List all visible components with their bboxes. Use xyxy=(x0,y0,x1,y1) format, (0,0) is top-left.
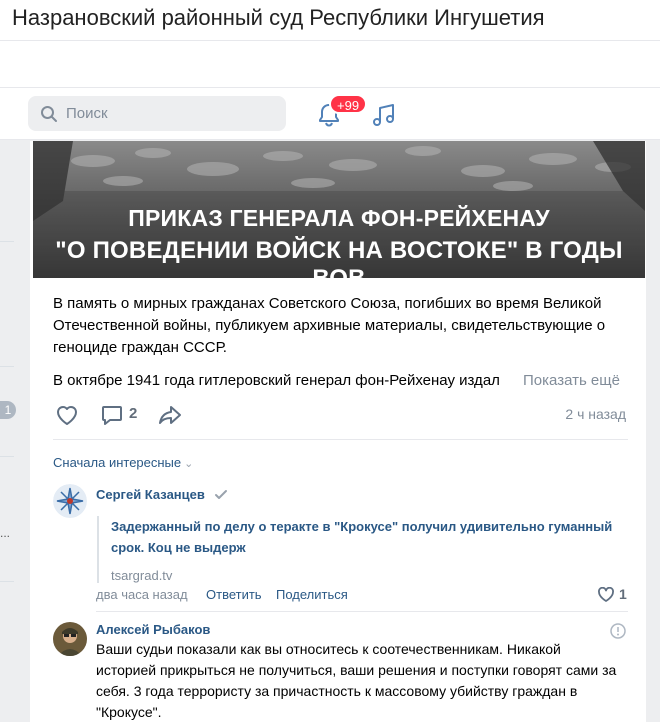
comment-time[interactable]: два часа назад xyxy=(96,587,188,602)
post-image[interactable]: ПРИКАЗ ГЕНЕРАЛА ФОН-РЕЙХЕНАУ "О ПОВЕДЕНИ… xyxy=(33,141,645,278)
sidebar-divider xyxy=(0,581,14,582)
sidebar-more[interactable]: ... xyxy=(0,526,10,540)
notifications-badge[interactable]: +99 xyxy=(329,94,368,114)
comment-author[interactable]: Сергей Казанцев xyxy=(96,487,205,502)
show-more-link[interactable]: Показать ещё xyxy=(523,370,620,392)
post-time[interactable]: 2 ч назад xyxy=(565,406,626,422)
comment-text: Ваши судьи показали как вы относитесь к … xyxy=(96,641,617,720)
top-header: +99 xyxy=(0,87,660,140)
report-icon[interactable] xyxy=(610,623,626,639)
blank-strip xyxy=(0,40,660,87)
post-text-paragraph-truncated: В октябре 1941 года гитлеровский генерал… xyxy=(53,372,500,389)
avatar[interactable] xyxy=(53,484,87,518)
sidebar-counter-badge[interactable]: 1 xyxy=(0,401,16,419)
attachment-domain: tsargrad.tv xyxy=(111,568,173,583)
banner-line-2: "О ПОВЕДЕНИИ ВОЙСК НА ВОСТОКЕ" В ГОДЫ ВО… xyxy=(55,237,623,278)
comments-sort-dropdown[interactable]: Сначала интересные ⌄ xyxy=(53,455,193,470)
search-box[interactable] xyxy=(28,96,286,131)
search-input[interactable] xyxy=(66,102,266,124)
page-title-bar: Назрановский районный суд Республики Инг… xyxy=(0,0,660,40)
comment-author[interactable]: Алексей Рыбаков xyxy=(96,622,210,637)
heart-icon[interactable] xyxy=(54,403,80,427)
attachment-title[interactable]: Задержанный по делу о теракте в "Крокусе… xyxy=(111,516,627,558)
banner-line-1: ПРИКАЗ ГЕНЕРАЛА ФОН-РЕЙХЕНАУ xyxy=(128,205,550,231)
share-arrow-icon[interactable] xyxy=(157,403,183,427)
share-button[interactable]: Поделиться xyxy=(276,587,348,602)
divider xyxy=(53,439,628,440)
sort-label: Сначала интересные xyxy=(53,455,182,470)
sidebar-divider xyxy=(0,241,14,242)
reply-button[interactable]: Ответить xyxy=(206,587,262,602)
post-text-paragraph: В память о мирных гражданах Советского С… xyxy=(53,295,606,356)
comments-count[interactable]: 2 xyxy=(129,405,137,422)
avatar[interactable] xyxy=(53,622,87,656)
sidebar-divider xyxy=(0,366,14,367)
left-sidebar-edge: 1 ... xyxy=(0,141,18,722)
search-icon xyxy=(41,106,57,122)
chevron-down-icon: ⌄ xyxy=(184,458,194,470)
page-title: Назрановский районный суд Республики Инг… xyxy=(12,5,545,30)
comment-likes-count: 1 xyxy=(619,586,627,602)
verified-check-icon xyxy=(215,490,227,499)
comment-icon[interactable] xyxy=(100,403,124,427)
sidebar-divider xyxy=(0,456,14,457)
heart-icon[interactable] xyxy=(597,587,615,603)
link-attachment[interactable]: Задержанный по делу о теракте в "Крокусе… xyxy=(97,516,627,583)
post-card: ПРИКАЗ ГЕНЕРАЛА ФОН-РЕЙХЕНАУ "О ПОВЕДЕНИ… xyxy=(30,141,646,722)
music-note-icon[interactable] xyxy=(371,102,397,128)
divider xyxy=(96,611,628,612)
